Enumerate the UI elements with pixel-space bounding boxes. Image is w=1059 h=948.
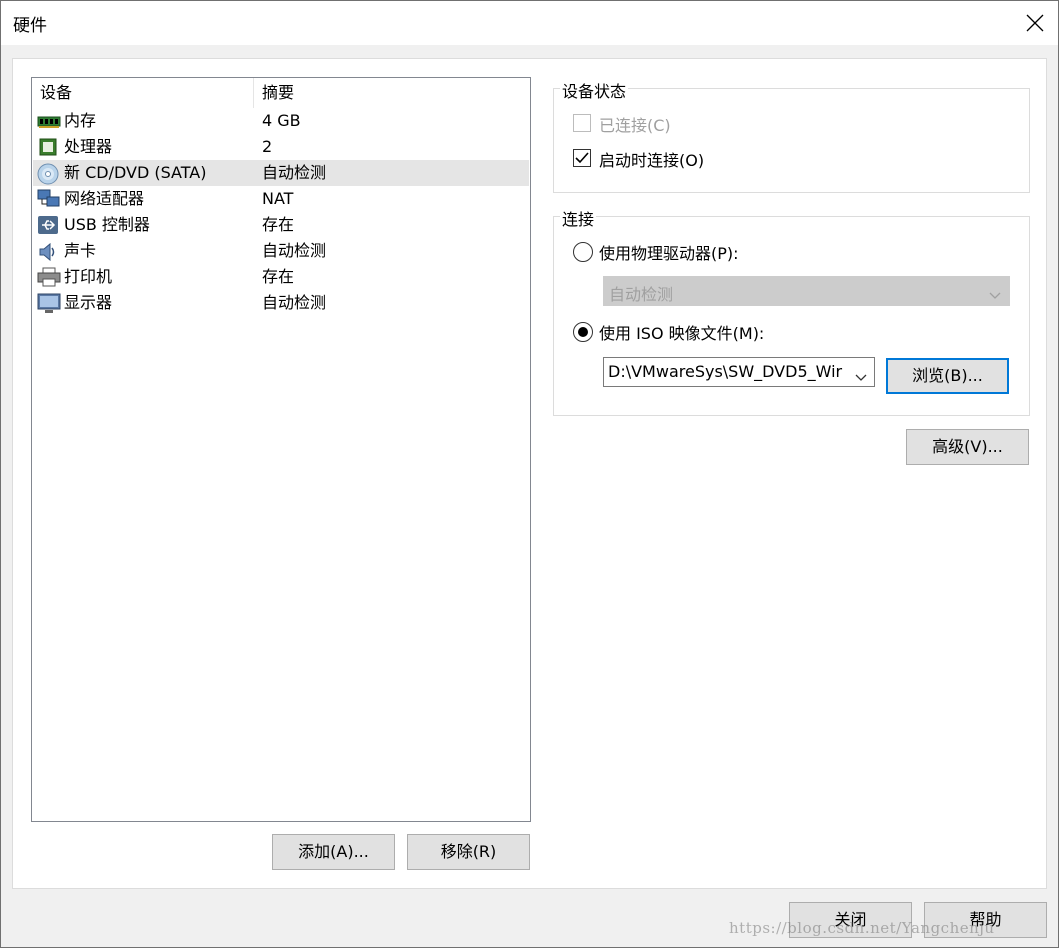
device-row-display[interactable]: 显示器 自动检测 xyxy=(33,290,529,316)
column-header-summary[interactable]: 摘要 xyxy=(254,78,529,108)
connection-title: 连接 xyxy=(560,206,597,230)
device-row-usb-controller[interactable]: USB 控制器 存在 xyxy=(33,212,529,238)
device-row-cd-dvd[interactable]: 新 CD/DVD (SATA) 自动检测 xyxy=(33,160,529,186)
device-name: 处理器 xyxy=(64,137,113,156)
device-name: USB 控制器 xyxy=(64,215,150,234)
remove-button[interactable]: 移除(R) xyxy=(407,834,530,870)
usb-icon xyxy=(37,215,59,235)
device-summary: 4 GB xyxy=(262,111,301,130)
network-adapter-icon xyxy=(37,189,60,209)
device-name: 打印机 xyxy=(64,267,113,286)
device-summary: 2 xyxy=(262,137,273,156)
browse-button[interactable]: 浏览(B)... xyxy=(886,358,1009,394)
device-status-group xyxy=(553,88,1030,193)
title-bar: 硬件 xyxy=(1,1,1058,45)
close-icon[interactable] xyxy=(1019,7,1051,39)
window-title: 硬件 xyxy=(13,16,47,36)
iso-path-combobox[interactable]: D:\VMwareSys\SW_DVD5_Wir xyxy=(603,357,875,387)
chevron-down-icon[interactable] xyxy=(855,367,867,386)
add-button[interactable]: 添加(A)... xyxy=(272,834,395,870)
connected-label: 已连接(C) xyxy=(599,116,671,135)
watermark: https://blog.csdn.net/Yangchenju xyxy=(729,919,995,937)
device-summary: 存在 xyxy=(262,267,295,286)
device-name: 内存 xyxy=(64,111,97,130)
physical-drive-label[interactable]: 使用物理驱动器(P): xyxy=(599,240,739,264)
device-summary: 自动检测 xyxy=(262,293,327,312)
device-name: 显示器 xyxy=(64,293,113,312)
device-status-title: 设备状态 xyxy=(560,78,629,102)
device-summary: 自动检测 xyxy=(262,163,327,182)
device-summary: NAT xyxy=(262,189,294,208)
device-row-memory[interactable]: 内存 4 GB xyxy=(33,108,529,134)
printer-icon xyxy=(37,267,61,287)
processor-icon xyxy=(37,137,59,157)
iso-image-radio[interactable] xyxy=(573,322,593,342)
device-list[interactable]: 设备 摘要 内存 4 GB 处理器 2 新 CD/DVD (SATA) 自动检测 xyxy=(31,77,531,822)
advanced-button[interactable]: 高级(V)... xyxy=(906,429,1029,465)
device-row-network-adapter[interactable]: 网络适配器 NAT xyxy=(33,186,529,212)
iso-image-label[interactable]: 使用 ISO 映像文件(M): xyxy=(599,320,764,344)
connect-at-power-on-checkbox[interactable] xyxy=(573,149,591,167)
cd-dvd-icon xyxy=(37,163,59,185)
device-name: 新 CD/DVD (SATA) xyxy=(64,163,207,182)
hardware-dialog: 硬件 设备 摘要 内存 4 GB 处理器 2 新 CD/DVD (SATA) 自… xyxy=(0,0,1059,948)
sound-card-icon xyxy=(37,241,59,262)
physical-drive-dropdown-value: 自动检测 xyxy=(609,285,674,304)
device-name: 网络适配器 xyxy=(64,189,145,208)
physical-drive-dropdown: 自动检测 xyxy=(603,276,1010,306)
memory-icon xyxy=(37,111,61,131)
device-row-printer[interactable]: 打印机 存在 xyxy=(33,264,529,290)
iso-path-value[interactable]: D:\VMwareSys\SW_DVD5_Wir xyxy=(608,362,850,381)
display-icon xyxy=(37,293,61,313)
device-row-processor[interactable]: 处理器 2 xyxy=(33,134,529,160)
device-summary: 自动检测 xyxy=(262,241,327,260)
connected-checkbox xyxy=(573,114,591,132)
device-summary: 存在 xyxy=(262,215,295,234)
device-row-sound-card[interactable]: 声卡 自动检测 xyxy=(33,238,529,264)
column-header-device[interactable]: 设备 xyxy=(32,78,254,108)
chevron-down-icon xyxy=(989,285,1001,304)
device-name: 声卡 xyxy=(64,241,97,260)
connect-at-power-on-label[interactable]: 启动时连接(O) xyxy=(599,147,704,171)
physical-drive-radio[interactable] xyxy=(573,242,593,262)
